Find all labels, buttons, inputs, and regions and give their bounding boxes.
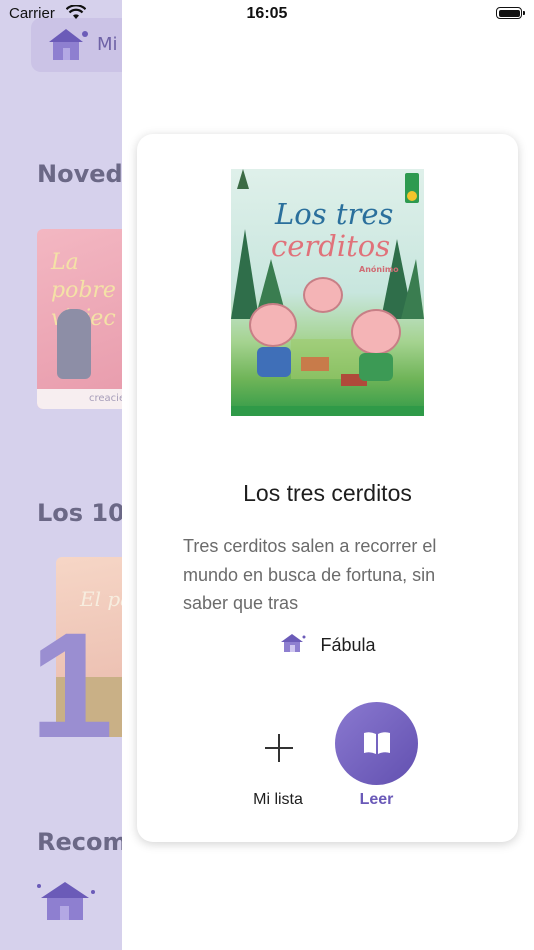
cover-title: Los tres [275,197,394,231]
menu-chip-label: Mi [97,34,118,55]
house-icon [33,878,99,930]
add-to-list-label[interactable]: Mi lista [233,791,323,809]
book-card[interactable]: La pobre viejec creacier [37,229,122,409]
book-cover: Los tres cerditos Anónimo [231,169,424,416]
read-label[interactable]: Leer [335,791,418,809]
section-heading-novedades: Noved [37,160,122,188]
genre-label: Fábula [320,635,376,655]
award-badge [405,173,419,203]
add-to-list-button[interactable] [251,720,307,776]
read-button[interactable] [335,702,418,785]
section-heading-top10: Los 10 r [37,499,122,527]
section-heading-recomendados: Recom [37,828,122,856]
book-description: Tres cerditos salen a recorrer el mundo … [183,536,437,613]
status-bar: Carrier 16:05 [0,0,534,28]
clock: 16:05 [246,5,288,22]
plus-icon [265,734,293,762]
book-illustration [57,309,91,379]
genre-row: Fábula [137,632,518,659]
pig-shirt [359,353,393,381]
pig-illustration [303,277,343,313]
pig-illustration [249,303,297,347]
cover-title: cerditos [271,229,391,263]
rank-number: 1 [30,601,114,769]
battery-icon [496,7,525,19]
publisher-label: creacier [89,393,122,404]
background-page: Mi Noved La pobre viejec creacier Los 10… [0,0,122,950]
book-icon [364,732,390,754]
pig-illustration [351,309,401,355]
cover-author: Anónimo [359,265,399,274]
book-detail-card: Los tres cerditos Anónimo Los tres cerdi… [137,134,518,842]
cover-ground [231,406,424,416]
house-icon [279,632,307,659]
book-title: Los tres cerditos [243,480,412,506]
house-icon [45,26,91,68]
book-footer: creacier [37,389,122,409]
pig-overalls [257,347,291,377]
